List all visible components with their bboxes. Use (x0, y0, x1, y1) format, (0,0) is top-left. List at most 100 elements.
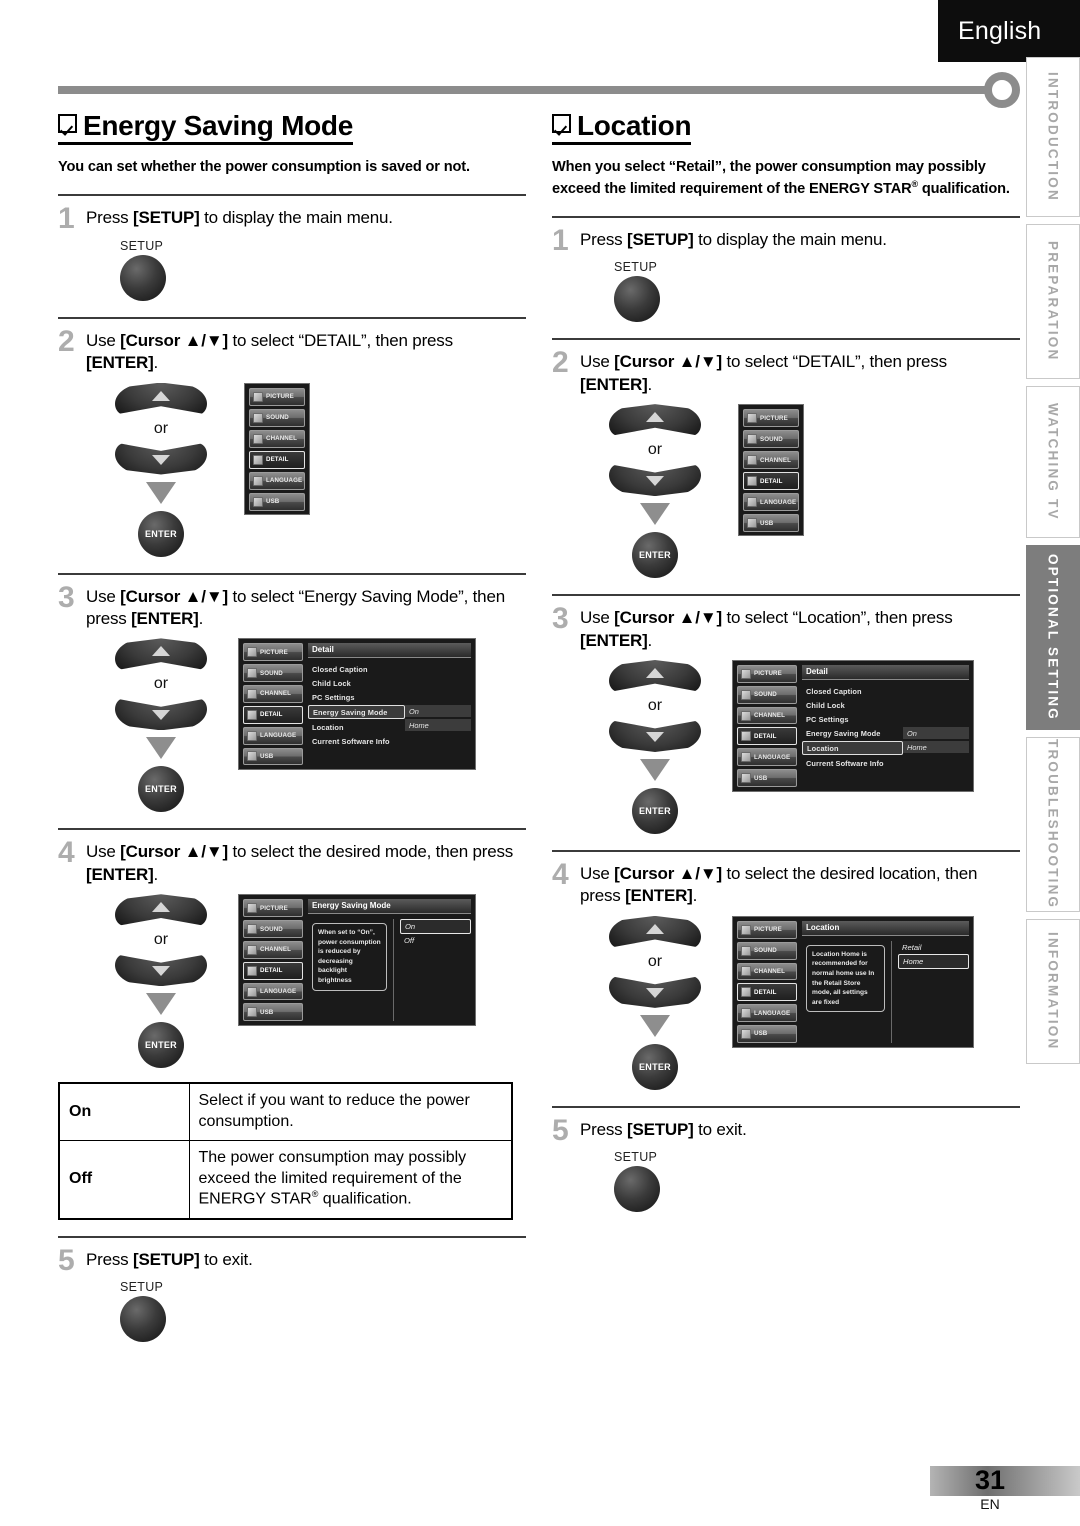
step-instruction: Use [Cursor ▲/▼] to select the desired l… (580, 864, 978, 906)
osd-menu-item-label: LANGUAGE (760, 498, 797, 506)
page-code: EN (980, 1496, 1000, 1512)
osd-option-home[interactable]: Home (898, 953, 969, 969)
osd-detail-row[interactable]: Current Software Info (802, 757, 903, 769)
osd-detail-row[interactable]: Location (802, 741, 903, 755)
osd-menu-item-language[interactable]: LANGUAGE (249, 471, 305, 490)
enter-button[interactable]: ENTER (632, 1043, 678, 1090)
usb-icon (253, 496, 263, 507)
detail-icon (741, 731, 751, 742)
chapter-tab-introduction[interactable]: INTRODUCTION (1026, 57, 1080, 217)
osd-menu-item-sound[interactable]: SOUND (243, 920, 303, 938)
enter-button[interactable]: ENTER (138, 510, 184, 557)
osd-detail-row[interactable]: PC Settings (802, 713, 903, 725)
osd-detail-row[interactable]: Closed Caption (308, 663, 405, 675)
enter-button[interactable]: ENTER (138, 1022, 184, 1069)
cursor-up-button[interactable] (115, 382, 207, 415)
osd-menu-item-language[interactable]: LANGUAGE (737, 1004, 797, 1023)
osd-menu-item-usb[interactable]: USB (249, 492, 305, 511)
enter-button[interactable]: ENTER (632, 788, 678, 834)
osd-option-on[interactable]: On (400, 919, 471, 935)
cursor-up-button[interactable] (609, 915, 701, 948)
osd-menu-item-usb[interactable]: USB (737, 769, 797, 787)
cursor-up-button[interactable] (609, 660, 701, 692)
chapter-tab-watching-tv[interactable]: WATCHING TV (1026, 386, 1080, 538)
osd-menu-item-channel[interactable]: CHANNEL (737, 706, 797, 725)
cursor-down-button[interactable] (115, 698, 207, 731)
osd-menu-item-detail[interactable]: DETAIL (249, 450, 305, 469)
cursor-up-button[interactable] (609, 404, 701, 437)
cursor-down-button[interactable] (609, 464, 701, 497)
osd-menu-item-channel[interactable]: CHANNEL (249, 429, 305, 448)
osd-detail-row[interactable]: Child Lock (802, 699, 903, 711)
osd-menu-item-usb[interactable]: USB (243, 747, 303, 766)
cursor-down-button[interactable] (115, 442, 207, 475)
osd-energy-saving-screenshot: PICTURE SOUND CHANNEL DETAIL LANGUAGE USB Ene… (238, 894, 476, 1027)
osd-menu-item-channel[interactable]: CHANNEL (743, 451, 799, 470)
enter-button[interactable]: ENTER (632, 532, 678, 579)
osd-menu-item-channel[interactable]: CHANNEL (243, 685, 303, 703)
chapter-tab-troubleshooting[interactable]: TROUBLESHOOTING (1026, 737, 1080, 912)
osd-menu-item-channel[interactable]: CHANNEL (737, 962, 797, 981)
osd-menu-item-sound[interactable]: SOUND (249, 408, 305, 427)
osd-menu-item-label: USB (754, 774, 768, 782)
osd-menu-item-picture[interactable]: PICTURE (243, 899, 303, 918)
osd-menu-item-sound[interactable]: SOUND (737, 685, 797, 704)
setup-button[interactable] (614, 1166, 660, 1213)
osd-detail-row[interactable]: Child Lock (308, 677, 405, 689)
osd-detail-row[interactable]: Closed Caption (802, 685, 903, 697)
osd-menu-item-detail[interactable]: DETAIL (243, 705, 303, 724)
cursor-up-button[interactable] (115, 638, 207, 671)
osd-menu-item-detail[interactable]: DETAIL (243, 961, 303, 980)
enter-button[interactable]: ENTER (138, 766, 184, 813)
setup-button[interactable] (120, 1296, 166, 1343)
osd-menu-item-picture[interactable]: PICTURE (243, 643, 303, 662)
language-icon (747, 497, 757, 508)
osd-detail-value (903, 685, 969, 697)
osd-menu-item-usb[interactable]: USB (243, 1003, 303, 1022)
osd-menu-item-picture[interactable]: PICTURE (737, 665, 797, 683)
cursor-down-button[interactable] (609, 720, 701, 752)
osd-menu-item-usb[interactable]: USB (743, 514, 799, 533)
osd-detail-row[interactable]: Current Software Info (308, 735, 405, 747)
osd-menu-item-picture[interactable]: PICTURE (249, 387, 305, 406)
cursor-up-button[interactable] (115, 894, 207, 927)
osd-menu-item-detail[interactable]: DETAIL (743, 472, 799, 491)
step-instruction: Use [Cursor ▲/▼] to select “Location”, t… (580, 608, 953, 650)
osd-detail-row[interactable]: Location (308, 721, 405, 733)
osd-menu-item-label: DETAIL (260, 711, 283, 719)
osd-menu-item-sound[interactable]: SOUND (743, 430, 799, 449)
osd-option-retail[interactable]: Retail (898, 941, 969, 954)
osd-menu-item-usb[interactable]: USB (737, 1025, 797, 1043)
step-instruction: Press [SETUP] to exit. (580, 1119, 747, 1139)
chapter-tab-optional-setting[interactable]: OPTIONAL SETTING (1026, 545, 1080, 730)
left-step-2: 2 Use [Cursor ▲/▼] to select “DETAIL”, t… (58, 316, 526, 557)
osd-menu-item-detail[interactable]: DETAIL (737, 983, 797, 1002)
osd-detail-row[interactable]: Energy Saving Mode (308, 705, 405, 720)
picture-icon (741, 924, 751, 935)
setup-button[interactable] (614, 276, 660, 323)
osd-menu-item-sound[interactable]: SOUND (737, 941, 797, 960)
page-number: 31 (974, 1464, 1006, 1495)
osd-option-off[interactable]: Off (400, 934, 471, 947)
osd-detail-row[interactable]: Energy Saving Mode (802, 727, 903, 739)
osd-menu-item-language[interactable]: LANGUAGE (743, 493, 799, 512)
osd-menu-item-language[interactable]: LANGUAGE (243, 982, 303, 1001)
osd-menu-item-language[interactable]: LANGUAGE (243, 726, 303, 745)
cursor-down-button[interactable] (609, 975, 701, 1008)
osd-menu-item-channel[interactable]: CHANNEL (243, 940, 303, 959)
chapter-tab-information[interactable]: INFORMATION (1026, 919, 1080, 1064)
osd-menu-item-sound[interactable]: SOUND (243, 664, 303, 683)
osd-menu-item-detail[interactable]: DETAIL (737, 727, 797, 746)
osd-menu-item-label: CHANNEL (266, 435, 297, 443)
step-number: 1 (552, 223, 569, 257)
osd-menu-item-language[interactable]: LANGUAGE (737, 748, 797, 767)
osd-menu-item-picture[interactable]: PICTURE (743, 409, 799, 428)
usb-icon (741, 1028, 751, 1039)
cursor-down-button[interactable] (115, 954, 207, 987)
osd-menu-item-picture[interactable]: PICTURE (737, 920, 797, 939)
language-badge: English (938, 0, 1080, 62)
setup-button[interactable] (120, 254, 166, 301)
chapter-tab-preparation[interactable]: PREPARATION (1026, 224, 1080, 379)
left-section-heading: Energy Saving Mode (58, 110, 526, 146)
osd-detail-row[interactable]: PC Settings (308, 691, 405, 703)
